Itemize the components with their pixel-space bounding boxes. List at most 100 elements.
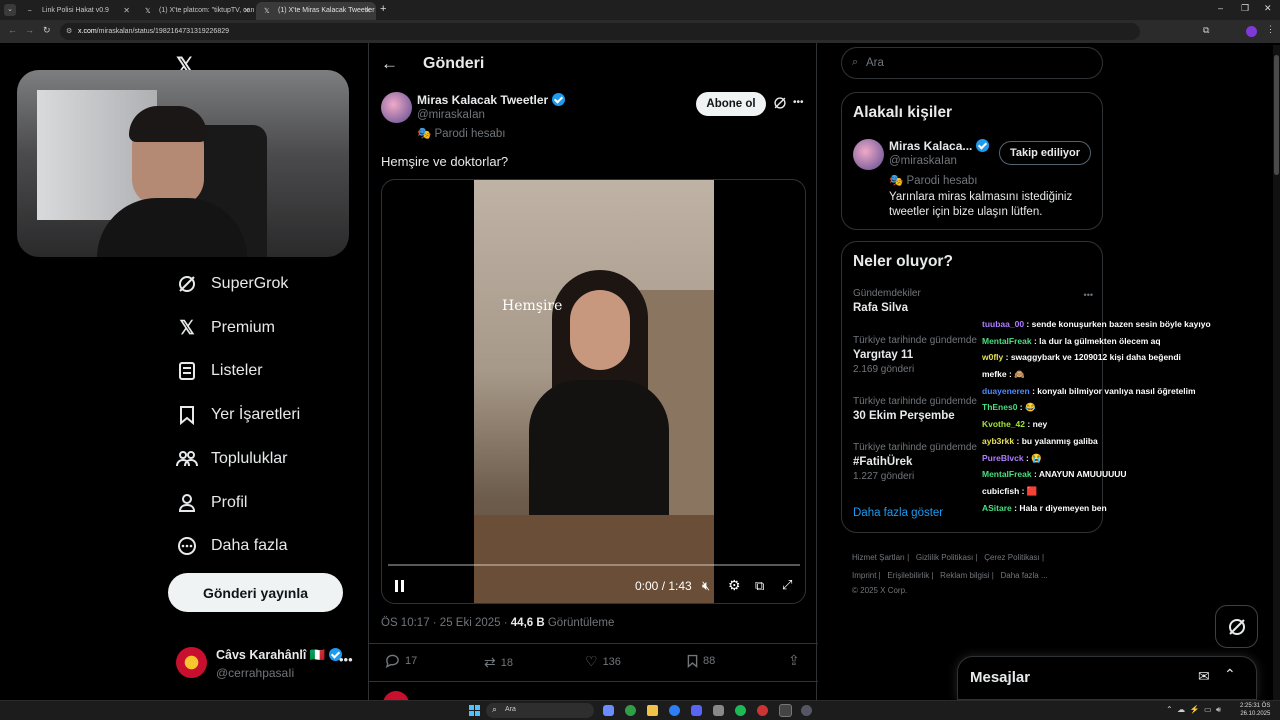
sidebar-item-label: Topluluklar xyxy=(211,450,288,467)
url-domain: x.com xyxy=(78,28,97,35)
back-arrow-icon[interactable]: ← xyxy=(381,54,398,74)
bookmark-button[interactable]: 88 xyxy=(687,654,715,668)
profile-avatar[interactable] xyxy=(1246,26,1257,37)
browser-menu-icon[interactable]: ⋮ xyxy=(1266,24,1275,35)
sidebar-item-more[interactable]: Daha fazla xyxy=(176,535,288,557)
footer-link[interactable]: Gizlilik Politikası xyxy=(916,553,973,562)
taskbar-app-icon[interactable] xyxy=(801,705,812,716)
back-arrow-icon[interactable]: ← xyxy=(8,25,17,35)
chat-username: cubicfish xyxy=(982,485,1020,496)
footer-link[interactable]: Reklam bilgisi xyxy=(940,571,989,580)
fullscreen-icon[interactable]: ⤢ xyxy=(782,577,792,593)
sidebar-item-profile[interactable]: Profil xyxy=(176,492,247,514)
taskbar-app-icon[interactable] xyxy=(625,705,636,716)
reload-icon[interactable]: ↻ xyxy=(43,25,51,36)
browser-tab-active[interactable]: 𝕏 (1) X'te Miras Kalacak Tweetler ✕ xyxy=(256,2,376,20)
taskbar-app-icon[interactable] xyxy=(713,705,724,716)
close-tab-icon[interactable]: ✕ xyxy=(123,6,130,15)
extensions-icon[interactable]: ⧉ xyxy=(1203,25,1209,36)
new-message-icon[interactable]: ✉ xyxy=(1198,668,1210,685)
chat-username: w0fly xyxy=(982,352,1004,363)
chat-username: ASitare xyxy=(982,502,1012,513)
settings-icon[interactable]: ⚙ xyxy=(728,577,741,594)
post-text: Hemşire ve doktorlar? xyxy=(381,154,509,169)
tab-search-button[interactable]: ⌄ xyxy=(4,4,16,16)
related-name[interactable]: Miras Kalaca... xyxy=(889,139,990,153)
footer-link[interactable]: Çerez Politikası xyxy=(984,553,1040,562)
browser-tab[interactable]: ⎯ Link Polisi Hakat v0.9 ✕ xyxy=(20,2,135,20)
taskbar-app-icon[interactable] xyxy=(779,704,792,717)
messages-drawer[interactable]: Mesajlar ✉ ⌃ xyxy=(957,656,1257,700)
author-name[interactable]: Miras Kalacak Tweetler xyxy=(417,93,566,107)
related-handle[interactable]: @miraskaIan xyxy=(889,155,957,167)
taskbar-app-icon[interactable] xyxy=(669,705,680,716)
search-input[interactable]: ⌕ Ara xyxy=(841,47,1103,79)
post-button[interactable]: Gönderi yayınla xyxy=(168,573,343,612)
following-button[interactable]: Takip ediliyor xyxy=(999,141,1091,165)
taskbar-app-icon[interactable] xyxy=(735,705,746,716)
grok-icon[interactable] xyxy=(773,96,787,110)
avatar xyxy=(176,647,207,678)
author-handle[interactable]: @miraskaIan xyxy=(417,109,485,121)
tray-icons[interactable]: ⌃ ☁ ⚡ ▭ 🔊︎ xyxy=(1166,705,1221,715)
footer-link[interactable]: Imprint xyxy=(852,571,876,580)
related-bio: Yarınlara miras kalmasını istediğiniz tw… xyxy=(889,191,1073,218)
scrollbar-thumb[interactable] xyxy=(1274,55,1279,175)
taskbar-app-icon[interactable] xyxy=(603,705,614,716)
chat-message: MentalFreak : la dur la gülmekten ölecem… xyxy=(982,335,1161,346)
mute-icon[interactable]: 🔇︎ xyxy=(702,578,710,594)
video-progress-track[interactable] xyxy=(388,564,800,566)
scrollbar[interactable] xyxy=(1273,45,1280,700)
close-window-icon[interactable]: ✕ xyxy=(1264,3,1272,14)
url-field[interactable]: ⚙ x.com/miraskalan/status/19821647313192… xyxy=(60,23,1140,40)
address-bar-row: ← → ↻ ⚙ x.com/miraskalan/status/19821647… xyxy=(0,20,1280,43)
card-title: Neler oluyor? xyxy=(853,253,953,270)
footer-link[interactable]: Daha fazla ... xyxy=(1001,571,1048,580)
expand-icon[interactable]: ⌃ xyxy=(1224,666,1236,683)
sidebar-item-communities[interactable]: Topluluklar xyxy=(176,448,287,470)
new-tab-button[interactable]: + xyxy=(380,3,386,15)
browser-tab[interactable]: 𝕏 (1) X'te platcom: "tiktupTV, can ✕ xyxy=(137,2,255,20)
sidebar-item-lists[interactable]: Listeler xyxy=(176,360,263,382)
clock-date: 26.10.2025 xyxy=(1240,711,1271,717)
footer-link[interactable]: Hizmet Şartları xyxy=(852,553,905,562)
taskbar-search[interactable]: ⌕ Ara xyxy=(486,703,594,718)
taskbar-app-icon[interactable] xyxy=(647,705,658,716)
reply-button[interactable]: 17 xyxy=(385,654,417,668)
taskbar-app-icon[interactable] xyxy=(691,705,702,716)
related-avatar[interactable] xyxy=(853,139,884,170)
subscribe-button[interactable]: Abone ol xyxy=(696,92,766,116)
footer-link[interactable]: Erişilebilirlik xyxy=(887,571,929,580)
sidebar-item-supergrok[interactable]: SuperGrok xyxy=(176,273,288,295)
trend-item[interactable]: Gündemdekiler Rafa Silva ••• xyxy=(853,288,1093,314)
chat-username: ThEnes0 xyxy=(982,402,1018,413)
sidebar-item-premium[interactable]: 𝕏 Premium xyxy=(176,317,275,339)
sidebar-item-bookmarks[interactable]: Yer İşaretleri xyxy=(176,404,300,426)
like-button[interactable]: ♡ 136 xyxy=(585,653,621,670)
picture-in-picture-icon[interactable]: ⧉ xyxy=(755,578,764,594)
video-player[interactable]: Hemşire 0:00 / 1:43 🔇︎ ⚙ ⧉ ⤢ xyxy=(381,179,806,604)
account-switcher[interactable]: Câvs Karahânlî 🇮🇹 @cerrahpasaIi ••• xyxy=(176,646,356,680)
forward-arrow-icon[interactable]: → xyxy=(25,25,34,35)
chat-message: mefke : 🙈 xyxy=(982,369,1025,380)
start-icon[interactable] xyxy=(469,705,480,716)
pause-icon[interactable] xyxy=(394,579,406,593)
share-icon[interactable]: ⇪ xyxy=(788,652,800,669)
more-icon[interactable]: ••• xyxy=(1084,290,1093,300)
close-tab-icon[interactable]: ✕ xyxy=(364,6,371,15)
site-info-icon[interactable]: ⚙ xyxy=(66,27,72,35)
footer-links: Hizmet Şartları | Gizlilik Politikası | … xyxy=(852,549,1102,597)
show-more-link[interactable]: Daha fazla göster xyxy=(853,507,943,519)
taskbar-clock[interactable]: 2:25:31 ÖS 26.10.2025 xyxy=(1240,702,1270,718)
close-tab-icon[interactable]: ✕ xyxy=(243,6,250,15)
grok-floating-button[interactable] xyxy=(1215,605,1258,648)
more-icon[interactable]: ••• xyxy=(793,97,804,108)
chat-username: MentalFreak xyxy=(982,469,1032,480)
minimize-window-icon[interactable]: – xyxy=(1218,3,1223,13)
author-avatar[interactable] xyxy=(381,92,412,123)
taskbar-app-icon[interactable] xyxy=(757,705,768,716)
related-people-card: Alakalı kişiler Miras Kalaca... @miraska… xyxy=(841,92,1103,230)
restore-window-icon[interactable]: ❐ xyxy=(1241,3,1249,14)
repost-button[interactable]: ⇄ 18 xyxy=(484,654,513,671)
more-icon[interactable]: ••• xyxy=(339,652,353,667)
